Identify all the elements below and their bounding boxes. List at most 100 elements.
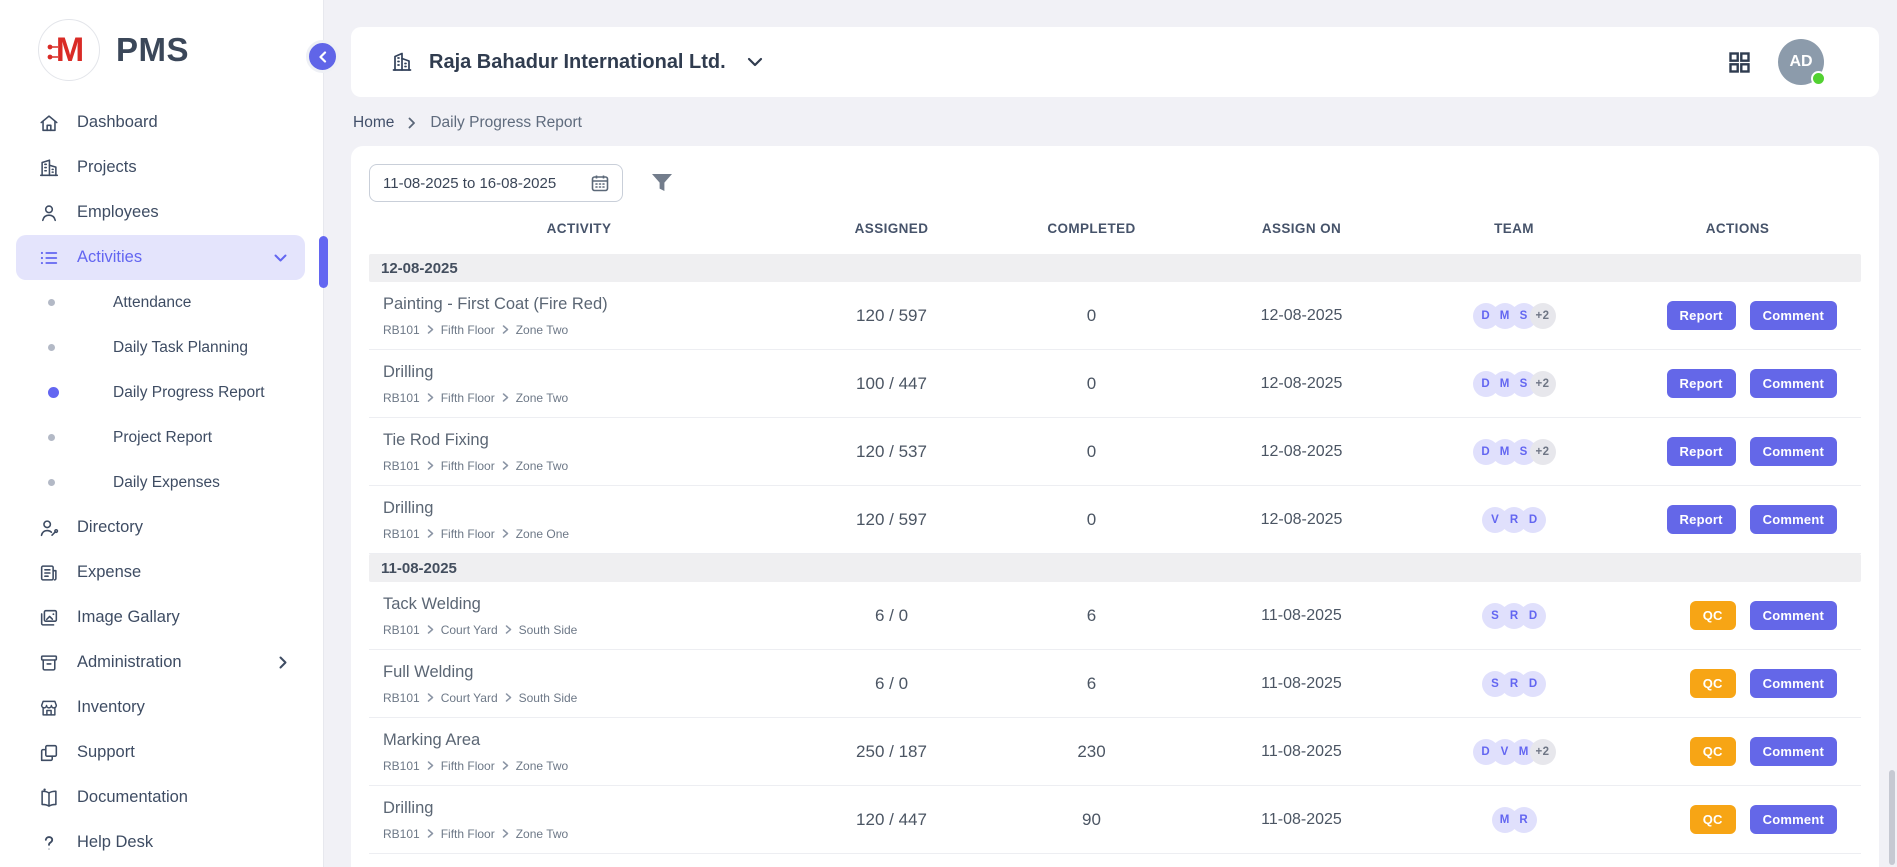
completed-value: 0: [994, 442, 1189, 462]
actions-cell: QC Comment: [1614, 669, 1861, 698]
team-member-avatar[interactable]: D: [1520, 671, 1546, 697]
report-button[interactable]: Report: [1667, 301, 1736, 330]
breadcrumb-current: Daily Progress Report: [430, 114, 582, 132]
completed-value: 6: [994, 674, 1189, 694]
table-row: DrillingRB101Fifth FloorZone Two120 / 44…: [369, 786, 1861, 854]
sidebar-subitem-daily-progress-report[interactable]: Daily Progress Report: [0, 370, 323, 415]
sidebar-item-inventory[interactable]: Inventory: [16, 685, 305, 730]
sidebar-subitem-daily-task-planning[interactable]: Daily Task Planning: [0, 325, 323, 370]
date-range-input[interactable]: 11-08-2025 to 16-08-2025: [369, 164, 623, 202]
sidebar-item-employees[interactable]: Employees: [16, 190, 305, 235]
sidebar-item-label: Projects: [77, 158, 137, 177]
activity-name: Drilling: [383, 799, 789, 818]
path-segment: South Side: [519, 691, 578, 705]
assigned-value: 120 / 597: [789, 306, 994, 326]
col-header-completed: COMPLETED: [994, 221, 1189, 236]
directory-icon: [38, 517, 60, 539]
company-selector[interactable]: Raja Bahadur International Ltd.: [390, 50, 763, 74]
sidebar-item-activities[interactable]: Activities: [16, 235, 305, 280]
building-icon: [38, 157, 60, 179]
sidebar-item-expense[interactable]: Expense: [16, 550, 305, 595]
report-button[interactable]: Report: [1667, 505, 1736, 534]
comment-button[interactable]: Comment: [1750, 369, 1837, 398]
sidebar-item-administration[interactable]: Administration: [16, 640, 305, 685]
path-segment: Fifth Floor: [441, 827, 495, 841]
team-avatars: DMS+2: [1414, 439, 1614, 465]
sidebar-item-dashboard[interactable]: Dashboard: [16, 100, 305, 145]
path-segment: RB101: [383, 391, 420, 405]
sidebar-item-help-desk[interactable]: Help Desk: [16, 820, 305, 865]
activity-location-path: RB101Court YardSouth Side: [383, 623, 789, 637]
col-header-assign-on: ASSIGN ON: [1189, 221, 1414, 236]
assigned-value: 250 / 187: [789, 742, 994, 762]
bullet-dot-icon: [48, 344, 55, 351]
sidebar-item-documentation[interactable]: Documentation: [16, 775, 305, 820]
team-overflow-count[interactable]: +2: [1530, 303, 1556, 329]
sidebar-item-directory[interactable]: Directory: [16, 505, 305, 550]
chevron-right-icon: [408, 117, 416, 129]
team-member-avatar[interactable]: D: [1520, 603, 1546, 629]
report-button[interactable]: Report: [1667, 369, 1736, 398]
activity-name: Tack Welding: [383, 595, 789, 614]
path-segment: South Side: [519, 623, 578, 637]
sidebar-collapse-button[interactable]: [306, 40, 339, 73]
user-avatar[interactable]: AD: [1778, 39, 1824, 85]
online-status-dot: [1811, 71, 1826, 86]
filter-funnel-icon[interactable]: [651, 173, 673, 193]
comment-button[interactable]: Comment: [1750, 601, 1837, 630]
breadcrumb: Home Daily Progress Report: [353, 114, 1879, 132]
sidebar-subitem-label: Attendance: [113, 294, 191, 312]
apps-grid-icon[interactable]: [1727, 50, 1752, 75]
comment-button[interactable]: Comment: [1750, 737, 1837, 766]
table-row: Marking AreaRB101Fifth FloorZone Two250 …: [369, 718, 1861, 786]
assign-on-date: 11-08-2025: [1189, 675, 1414, 693]
sidebar-nav: Dashboard Projects EmployeesActivities Atte…: [0, 100, 323, 865]
team-avatars: SRD: [1414, 671, 1614, 697]
date-group-header: 11-08-2025: [369, 554, 1861, 582]
sidebar-subitem-attendance[interactable]: Attendance: [0, 280, 323, 325]
team-avatars: DVM+2: [1414, 739, 1614, 765]
team-member-avatar[interactable]: R: [1511, 807, 1537, 833]
user-icon: [38, 202, 60, 224]
app-name: PMS: [116, 31, 189, 69]
path-segment: Fifth Floor: [441, 391, 495, 405]
comment-button[interactable]: Comment: [1750, 669, 1837, 698]
chevron-right-icon: [502, 325, 509, 334]
qc-button[interactable]: QC: [1690, 737, 1736, 766]
sidebar-subitem-project-report[interactable]: Project Report: [0, 415, 323, 460]
team-overflow-count[interactable]: +2: [1530, 371, 1556, 397]
date-group-header: 12-08-2025: [369, 254, 1861, 282]
qc-button[interactable]: QC: [1690, 601, 1736, 630]
bullet-dot-icon: [48, 479, 55, 486]
team-member-avatar[interactable]: D: [1520, 507, 1546, 533]
report-button[interactable]: Report: [1667, 437, 1736, 466]
chevron-right-icon: [427, 761, 434, 770]
breadcrumb-home[interactable]: Home: [353, 114, 394, 132]
path-segment: Court Yard: [441, 623, 498, 637]
path-segment: Zone Two: [516, 323, 568, 337]
completed-value: 0: [994, 510, 1189, 530]
comment-button[interactable]: Comment: [1750, 437, 1837, 466]
activity-cell: Marking AreaRB101Fifth FloorZone Two: [369, 731, 789, 773]
team-overflow-count[interactable]: +2: [1530, 739, 1556, 765]
comment-button[interactable]: Comment: [1750, 301, 1837, 330]
comment-button[interactable]: Comment: [1750, 805, 1837, 834]
actions-cell: Report Comment: [1614, 437, 1861, 466]
sidebar-item-projects[interactable]: Projects: [16, 145, 305, 190]
qc-button[interactable]: QC: [1690, 669, 1736, 698]
page-scrollbar[interactable]: [1889, 770, 1895, 865]
sidebar-subitem-daily-expenses[interactable]: Daily Expenses: [0, 460, 323, 505]
activity-name: Painting - First Coat (Fire Red): [383, 295, 789, 314]
sidebar-item-support[interactable]: Support: [16, 730, 305, 775]
gallery-icon: [38, 607, 60, 629]
chevron-right-icon: [427, 829, 434, 838]
qc-button[interactable]: QC: [1690, 805, 1736, 834]
path-segment: Court Yard: [441, 691, 498, 705]
comment-button[interactable]: Comment: [1750, 505, 1837, 534]
assign-on-date: 11-08-2025: [1189, 811, 1414, 829]
team-overflow-count[interactable]: +2: [1530, 439, 1556, 465]
sidebar-item-image-gallary[interactable]: Image Gallary: [16, 595, 305, 640]
sidebar-item-label: Inventory: [77, 698, 145, 717]
completed-value: 6: [994, 606, 1189, 626]
list-icon: [38, 247, 60, 269]
